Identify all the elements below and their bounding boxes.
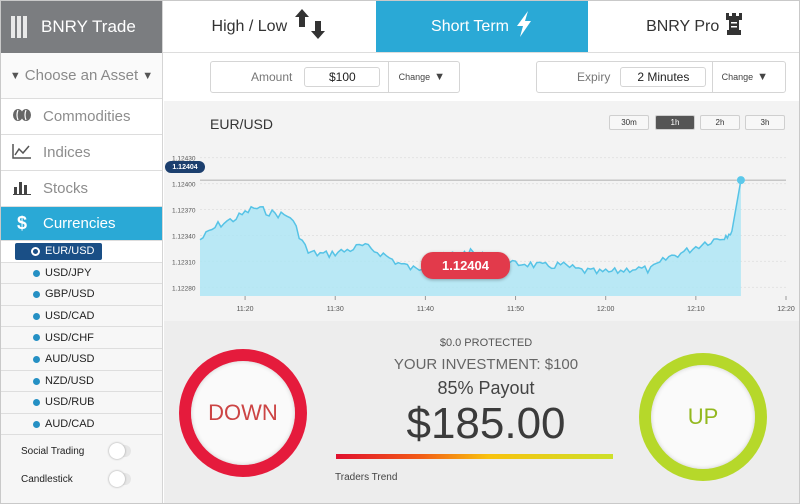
amount-control: Amount $100 Change ▼ xyxy=(210,61,460,93)
payout-text: 85% Payout xyxy=(437,378,535,398)
tab-bnry-pro[interactable]: BNRY Pro xyxy=(588,1,799,53)
up-down-arrows-icon xyxy=(293,7,327,47)
chevron-down-icon: ▼ xyxy=(142,69,154,82)
sidebar-item-indices[interactable]: Indices xyxy=(1,135,162,171)
asset-item-usd-rub[interactable]: USD/RUB xyxy=(1,392,162,414)
sidebar-item-label: Currencies xyxy=(43,215,116,232)
down-label: DOWN xyxy=(208,400,278,425)
price-chart: 1.124301.124001.123701.123401.123101.122… xyxy=(172,156,795,313)
candlestick-label: Candlestick xyxy=(21,473,73,485)
x-tick-label: 11:30 xyxy=(327,306,344,313)
amount-change-button[interactable]: Change ▼ xyxy=(388,62,454,92)
radio-dot-icon xyxy=(31,247,40,256)
payout-amount: $185.00 xyxy=(406,399,566,448)
sidebar: BNRY Trade ▼ Choose an Asset ▼ Commoditi… xyxy=(1,1,163,503)
amount-label: Amount xyxy=(251,70,293,84)
timeframe-3h[interactable]: 3h xyxy=(745,115,785,130)
rook-icon xyxy=(725,12,743,42)
tab-short-term[interactable]: Short Term xyxy=(375,1,589,53)
social-trading-toggle[interactable] xyxy=(109,443,131,460)
x-tick-label: 12:00 xyxy=(597,306,615,313)
asset-item-eur-usd[interactable]: EUR/USD xyxy=(1,241,162,263)
amount-input[interactable]: $100 xyxy=(304,67,381,87)
asset-item-gbp-usd[interactable]: GBP/USD xyxy=(1,284,162,306)
dot-icon xyxy=(33,399,40,407)
brand-logo-icon xyxy=(11,16,33,38)
candlestick-row: Candlestick xyxy=(1,465,162,493)
expiry-input[interactable]: 2 Minutes xyxy=(620,67,707,87)
dot-icon xyxy=(33,377,40,385)
x-tick-label: 12:20 xyxy=(777,306,795,313)
bar-chart-icon xyxy=(11,179,33,199)
dot-icon xyxy=(33,355,40,363)
asset-item-usd-cad[interactable]: USD/CAD xyxy=(1,305,162,328)
asset-item-usd-jpy[interactable]: USD/JPY xyxy=(1,262,162,285)
x-tick-label: 11:50 xyxy=(507,306,524,313)
x-tick-label: 11:40 xyxy=(417,306,434,313)
sidebar-item-stocks[interactable]: Stocks xyxy=(1,171,162,207)
dot-icon xyxy=(33,291,40,299)
expiry-control: Expiry 2 Minutes Change ▼ xyxy=(536,61,786,93)
sidebar-item-label: Indices xyxy=(43,144,91,161)
y-tick-label: 1.12400 xyxy=(172,182,196,189)
tab-high-low[interactable]: High / Low xyxy=(163,1,376,53)
y-tick-label: 1.12370 xyxy=(172,208,196,215)
app-frame: BNRY Trade ▼ Choose an Asset ▼ Commoditi… xyxy=(0,0,800,504)
sidebar-item-label: Commodities xyxy=(43,108,131,125)
choose-asset-dropdown[interactable]: ▼ Choose an Asset ▼ xyxy=(1,53,162,99)
current-price-tag: 1.12404 xyxy=(165,161,205,173)
sidebar-item-currencies[interactable]: $ Currencies xyxy=(1,207,162,241)
current-price-bubble: 1.12404 xyxy=(421,252,510,279)
choose-asset-label: Choose an Asset xyxy=(24,67,139,84)
sidebar-item-commodities[interactable]: Commodities xyxy=(1,99,162,135)
timeframe-30m[interactable]: 30m xyxy=(609,115,649,130)
coffee-beans-icon xyxy=(11,108,33,126)
y-tick-label: 1.12340 xyxy=(172,233,196,240)
dot-icon xyxy=(33,420,40,428)
chevron-down-icon: ▼ xyxy=(9,69,21,82)
asset-item-usd-chf[interactable]: USD/CHF xyxy=(1,327,162,349)
x-tick-label: 12:10 xyxy=(687,306,705,313)
chevron-down-icon: ▼ xyxy=(434,71,446,83)
dot-icon xyxy=(33,334,40,342)
expiry-label: Expiry xyxy=(577,70,611,84)
dollar-icon: $ xyxy=(16,213,27,233)
x-tick-label: 11:20 xyxy=(237,306,254,313)
chevron-down-icon: ▼ xyxy=(757,71,769,83)
candlestick-toggle[interactable] xyxy=(109,471,131,488)
expiry-change-button[interactable]: Change ▼ xyxy=(712,62,776,92)
y-tick-label: 1.12280 xyxy=(172,285,196,292)
traders-trend-bar xyxy=(336,454,613,459)
last-price-dot xyxy=(736,176,745,185)
brand-name: BNRY Trade xyxy=(41,17,136,36)
asset-item-nzd-usd[interactable]: NZD/USD xyxy=(1,370,162,393)
chart-pair-title: EUR/USD xyxy=(210,116,274,132)
lightning-icon xyxy=(515,10,533,43)
sidebar-item-label: Stocks xyxy=(43,180,89,197)
traders-trend-label: Traders Trend xyxy=(335,472,398,483)
social-trading-label: Social Trading xyxy=(21,445,85,457)
asset-item-aud-usd[interactable]: AUD/USD xyxy=(1,348,162,371)
timeframe-2h[interactable]: 2h xyxy=(700,115,740,130)
y-tick-label: 1.12310 xyxy=(172,259,196,266)
dot-icon xyxy=(33,269,40,277)
up-label: UP xyxy=(687,404,719,429)
timeframe-1h[interactable]: 1h xyxy=(655,115,695,130)
dot-icon xyxy=(33,312,40,320)
trade-type-tabs: High / Low Short Term BNRY Pro xyxy=(163,1,799,53)
investment-text: YOUR INVESTMENT: $100 xyxy=(393,356,579,373)
social-trading-row: Social Trading xyxy=(1,437,162,465)
line-chart-icon xyxy=(11,143,33,163)
asset-item-aud-cad[interactable]: AUD/CAD xyxy=(1,413,162,436)
brand-bar: BNRY Trade xyxy=(1,1,162,53)
protected-text: $0.0 PROTECTED xyxy=(439,337,533,349)
down-button[interactable]: DOWN xyxy=(179,349,307,477)
